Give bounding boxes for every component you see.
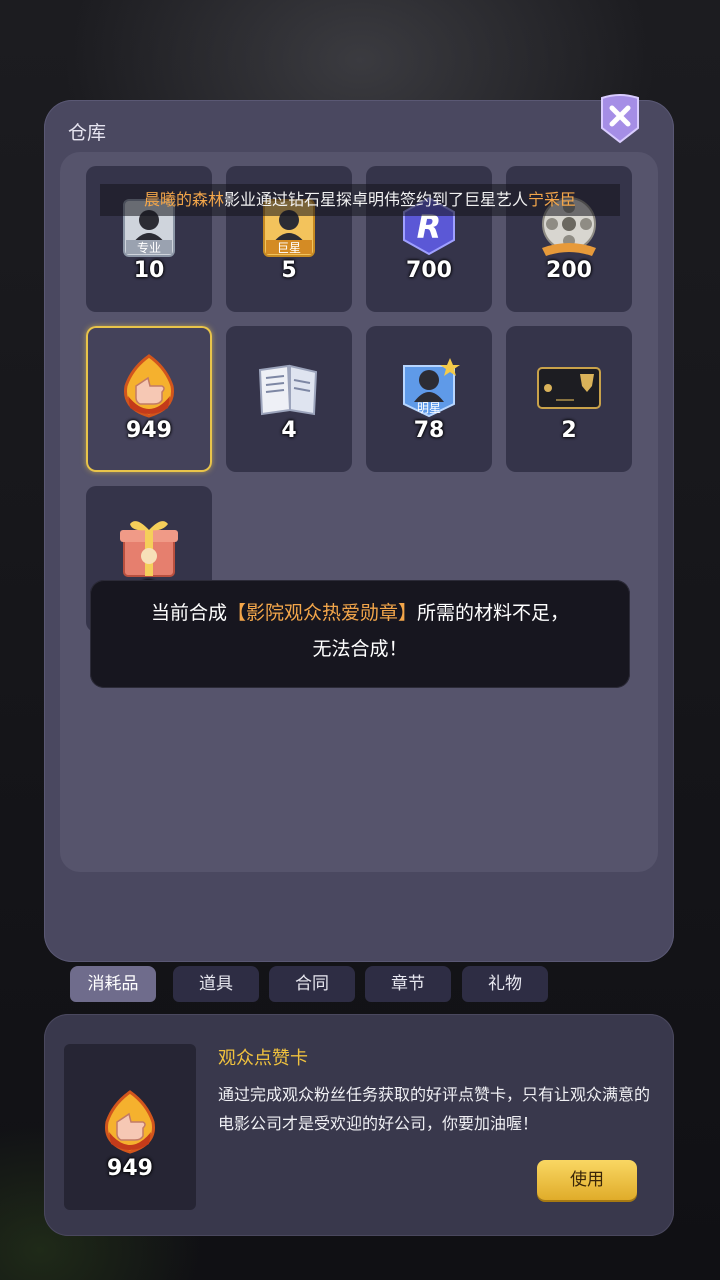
item-count: 2 xyxy=(561,418,577,443)
toast-text-after: 所需的材料不足， xyxy=(417,602,570,624)
item-count: 4 xyxy=(281,418,297,443)
gift-box-icon xyxy=(120,521,178,577)
broadcast-player: 晨曦的森林 xyxy=(143,190,224,209)
item-count: 78 xyxy=(413,418,445,443)
close-button[interactable] xyxy=(599,94,641,144)
item-count: 5 xyxy=(281,258,297,283)
tab-gifts[interactable]: 礼物 xyxy=(462,966,548,1002)
insufficient-materials-toast: 当前合成【影院观众热爱勋章】所需的材料不足， 无法合成！ xyxy=(90,580,630,688)
broadcast-message: 影业通过钻石星探卓明伟签约到了巨星艺人 xyxy=(223,190,528,209)
tab-consumables[interactable]: 消耗品 xyxy=(70,966,156,1002)
tab-contracts[interactable]: 合同 xyxy=(269,966,355,1002)
close-icon xyxy=(601,94,639,144)
detail-item-count: 949 xyxy=(107,1156,153,1181)
panel-title: 仓库 xyxy=(68,122,107,144)
black-gold-card-icon xyxy=(537,367,601,409)
toast-text-before: 当前合成 xyxy=(150,602,227,624)
toast-line-2: 无法合成！ xyxy=(312,638,408,660)
broadcast-ticker: 晨曦的森林影业通过钻石星探卓明伟签约到了巨星艺人宁采臣 xyxy=(100,184,620,216)
item-slot[interactable]: 4 xyxy=(226,326,352,472)
item-slot[interactable]: 2 xyxy=(506,326,632,472)
like-card-icon xyxy=(104,1090,156,1154)
detail-item-description: 通过完成观众粉丝任务获取的好评点赞卡，只有让观众满意的电影公司才是受欢迎的好公司… xyxy=(218,1085,651,1133)
tab-props[interactable]: 道具 xyxy=(173,966,259,1002)
tab-chapters[interactable]: 章节 xyxy=(365,966,451,1002)
like-card-icon xyxy=(123,354,175,418)
item-count: 200 xyxy=(546,258,592,283)
svg-text:专业: 专业 xyxy=(137,240,161,255)
broadcast-artist: 宁采臣 xyxy=(528,190,577,209)
item-count: 949 xyxy=(126,418,172,443)
svg-text:巨星: 巨星 xyxy=(277,241,301,255)
svg-text:明星: 明星 xyxy=(417,401,441,415)
item-grid: 专业 10 巨星 5 R 700 200 949 4 明星 78 2 xyxy=(60,152,658,872)
detail-item-name: 观众点赞卡 xyxy=(218,1048,308,1069)
star-contract-icon: 明星 xyxy=(403,358,460,418)
item-slot-selected[interactable]: 949 xyxy=(86,326,212,472)
item-count: 10 xyxy=(133,258,165,283)
item-slot[interactable]: 明星 78 xyxy=(366,326,492,472)
toast-material: 【影院观众热爱勋章】 xyxy=(226,602,417,624)
item-detail-panel: 949 观众点赞卡 通过完成观众粉丝任务获取的好评点赞卡，只有让观众满意的电影公… xyxy=(44,1014,674,1236)
use-button[interactable]: 使用 xyxy=(537,1160,637,1200)
warehouse-panel: 仓库 专业 10 巨星 5 R 700 200 949 4 明星 78 2 xyxy=(44,94,674,962)
item-count: 700 xyxy=(406,258,452,283)
detail-item-thumbnail: 949 xyxy=(64,1044,196,1210)
open-book-icon xyxy=(258,364,318,416)
